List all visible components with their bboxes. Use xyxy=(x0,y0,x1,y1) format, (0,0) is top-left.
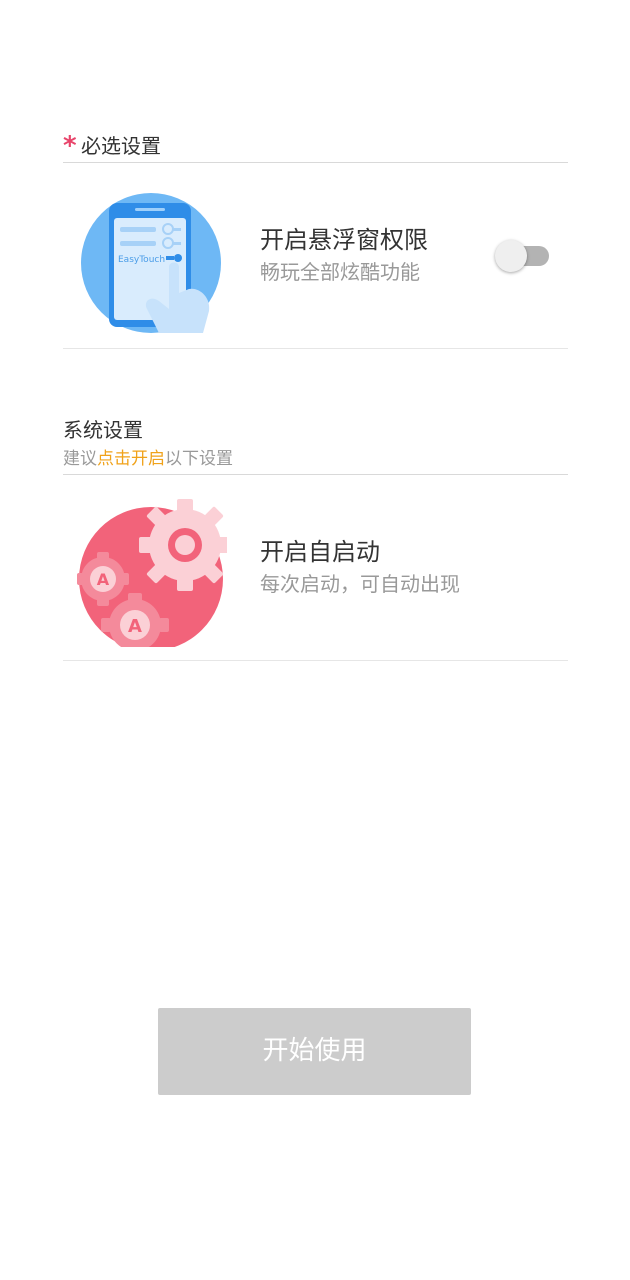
float-window-text: 开启悬浮窗权限 畅玩全部炫酷功能 xyxy=(260,223,428,287)
gear-letter-bottom: A xyxy=(128,616,142,637)
system-settings-header: 系统设置 建议点击开启以下设置 xyxy=(63,414,568,475)
auto-start-subtitle: 每次启动，可自动出现 xyxy=(260,572,460,596)
start-button[interactable]: 开始使用 xyxy=(158,1008,471,1095)
auto-start-title: 开启自启动 xyxy=(260,538,380,566)
hint-suffix: 以下设置 xyxy=(165,449,233,469)
toggle-knob xyxy=(495,240,527,272)
easytouch-label: EasyTouch xyxy=(118,255,165,265)
float-window-row[interactable]: EasyTouch 开启悬浮窗权限 畅玩全部炫酷功能 xyxy=(63,163,568,349)
phone-hand-icon: EasyTouch xyxy=(77,185,225,333)
gears-icon: A A xyxy=(77,497,231,651)
system-settings-hint: 建议点击开启以下设置 xyxy=(63,446,233,472)
hint-prefix: 建议 xyxy=(63,449,97,469)
system-settings-title: 系统设置 xyxy=(63,418,143,442)
float-window-toggle[interactable] xyxy=(495,239,549,272)
required-star: * xyxy=(63,131,77,161)
required-settings-header: * 必选设置 xyxy=(63,130,568,163)
float-window-subtitle: 畅玩全部炫酷功能 xyxy=(260,260,420,284)
gear-letter-left: A xyxy=(97,570,110,589)
float-window-title: 开启悬浮窗权限 xyxy=(260,226,428,254)
hint-highlight: 点击开启 xyxy=(97,449,165,469)
auto-start-text: 开启自启动 每次启动，可自动出现 xyxy=(260,535,460,599)
required-settings-title: 必选设置 xyxy=(81,134,161,158)
auto-start-row[interactable]: A A 开启自启动 每次启动，可自动出现 xyxy=(63,475,568,661)
